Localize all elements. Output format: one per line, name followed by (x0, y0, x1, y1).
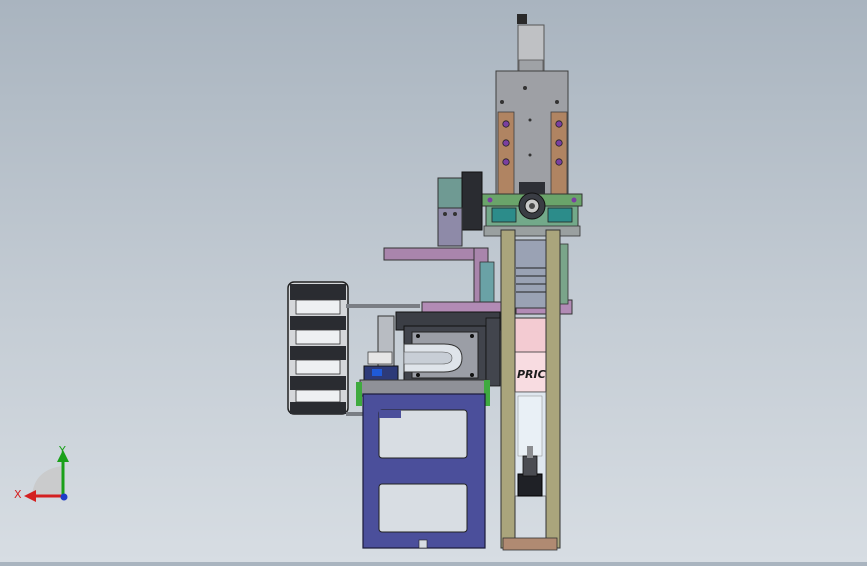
top-cylinder[interactable] (517, 14, 545, 80)
x-axis-arrow-icon (24, 490, 36, 502)
brand-label-text: PRICI (517, 368, 550, 381)
x-axis-label: X (14, 488, 22, 501)
blue-support-frame[interactable] (362, 393, 486, 549)
purple-bracket-upper[interactable] (383, 247, 495, 309)
sensor-coupling[interactable] (363, 315, 399, 381)
valve-block[interactable] (437, 171, 483, 247)
z-axis-icon (60, 493, 68, 501)
upper-slide-plate[interactable] (495, 70, 569, 196)
cad-viewport[interactable]: PRICI Y X (0, 0, 867, 562)
coordinate-triad: Y X (14, 444, 69, 502)
screw-nut-housing[interactable] (481, 192, 583, 237)
y-axis-label: Y (58, 444, 66, 457)
drive-motor[interactable] (395, 311, 501, 387)
cad-model-drawing[interactable]: PRICI Y X (0, 0, 867, 562)
